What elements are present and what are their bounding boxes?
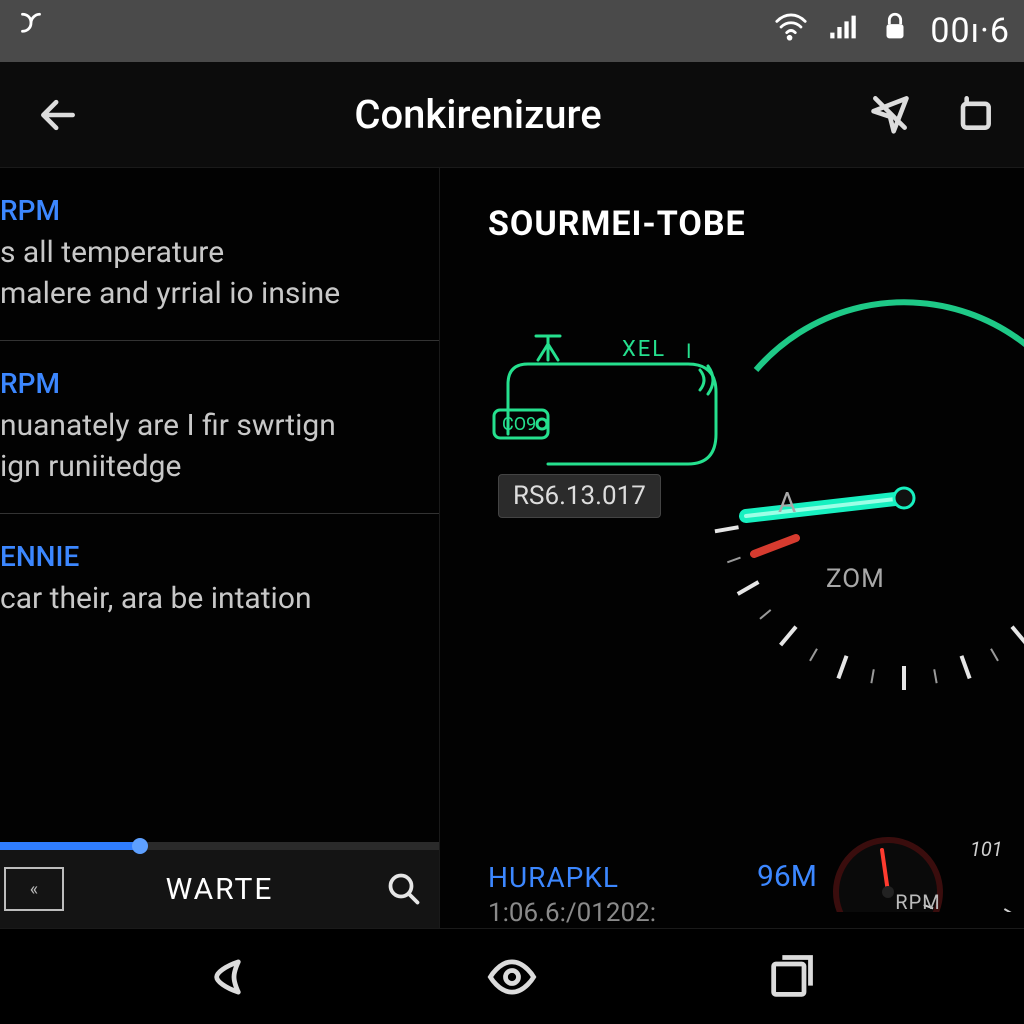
progress-thumb[interactable]: [132, 838, 148, 854]
back-soft-icon: [208, 951, 260, 1003]
power-icon: [952, 91, 996, 135]
progress-fill: [0, 842, 140, 850]
dashboard-panel: SOURMEI-TOBE XEL I CO9 RS6.13.017: [440, 168, 1024, 928]
eye-icon: [486, 951, 538, 1003]
nav-home-button[interactable]: [467, 947, 557, 1007]
nav-back-button[interactable]: [189, 947, 279, 1007]
footer-value: 96M: [757, 859, 817, 894]
arrow-left-icon: [36, 93, 80, 137]
settings-list: RPM s all temperature malere and yrrial …: [0, 168, 440, 928]
footer-key: HURAPKL: [488, 861, 619, 894]
airplane-button[interactable]: [868, 91, 912, 139]
rpm-mini-gauge: 101 RPM: [818, 792, 1018, 912]
search-button[interactable]: [375, 860, 433, 918]
system-status-bar: 00ı·6: [0, 0, 1024, 62]
list-item[interactable]: RPM s all temperature malere and yrrial …: [0, 168, 439, 341]
footer-sub: 1:06.6:/01202:: [488, 898, 656, 928]
recents-icon: [765, 951, 817, 1003]
list-item[interactable]: ENNIE car their, ara be intation: [0, 514, 439, 646]
wifi-icon: [774, 10, 808, 53]
gauge-needle: [746, 498, 904, 516]
bottom-label: WARTE: [64, 872, 375, 907]
mini-tick-label: 101: [970, 837, 1003, 861]
clock-text: 00ı·6: [930, 11, 1010, 51]
mode-chip[interactable]: «: [4, 867, 64, 911]
lock-icon: [878, 10, 912, 53]
speed-gauge: 1 A ZOM: [694, 288, 1024, 708]
panel-heading: SOURMEI-TOBE: [488, 204, 1024, 244]
svg-text:I: I: [686, 339, 691, 363]
list-item-desc: s all temperature malere and yrrial io i…: [0, 233, 419, 314]
list-item[interactable]: RPM nuanately are I fir swrtign ign runi…: [0, 341, 439, 514]
list-item-desc: nuanately are I fir swrtign ign runiited…: [0, 406, 419, 487]
version-badge: RS6.13.017: [498, 474, 661, 518]
main-content: RPM s all temperature malere and yrrial …: [0, 168, 1024, 928]
back-button[interactable]: [28, 85, 88, 145]
search-icon: [386, 871, 422, 907]
gauge-a-label: A: [778, 486, 796, 519]
android-nav-bar: [0, 928, 1024, 1024]
gauge-zom-label: ZOM: [826, 564, 885, 594]
airplane-off-icon: [868, 91, 912, 135]
nav-recents-button[interactable]: [746, 947, 836, 1007]
power-button[interactable]: [952, 91, 996, 139]
progress-slider[interactable]: [0, 842, 439, 850]
diagram-co-label: CO9: [502, 414, 536, 435]
list-item-title: RPM: [0, 367, 419, 400]
notification-icon: [14, 10, 48, 53]
page-title: Conkirenizure: [88, 91, 868, 138]
list-item-desc: car their, ara be intation: [0, 579, 419, 620]
rpm-label: RPM: [895, 890, 940, 914]
diagram-xel-label: XEL: [622, 337, 666, 362]
bottom-toolbar: « WARTE: [0, 850, 439, 928]
signal-icon: [826, 10, 860, 53]
list-item-title: RPM: [0, 194, 419, 227]
list-item-title: ENNIE: [0, 540, 419, 573]
app-title-bar: Conkirenizure: [0, 62, 1024, 168]
